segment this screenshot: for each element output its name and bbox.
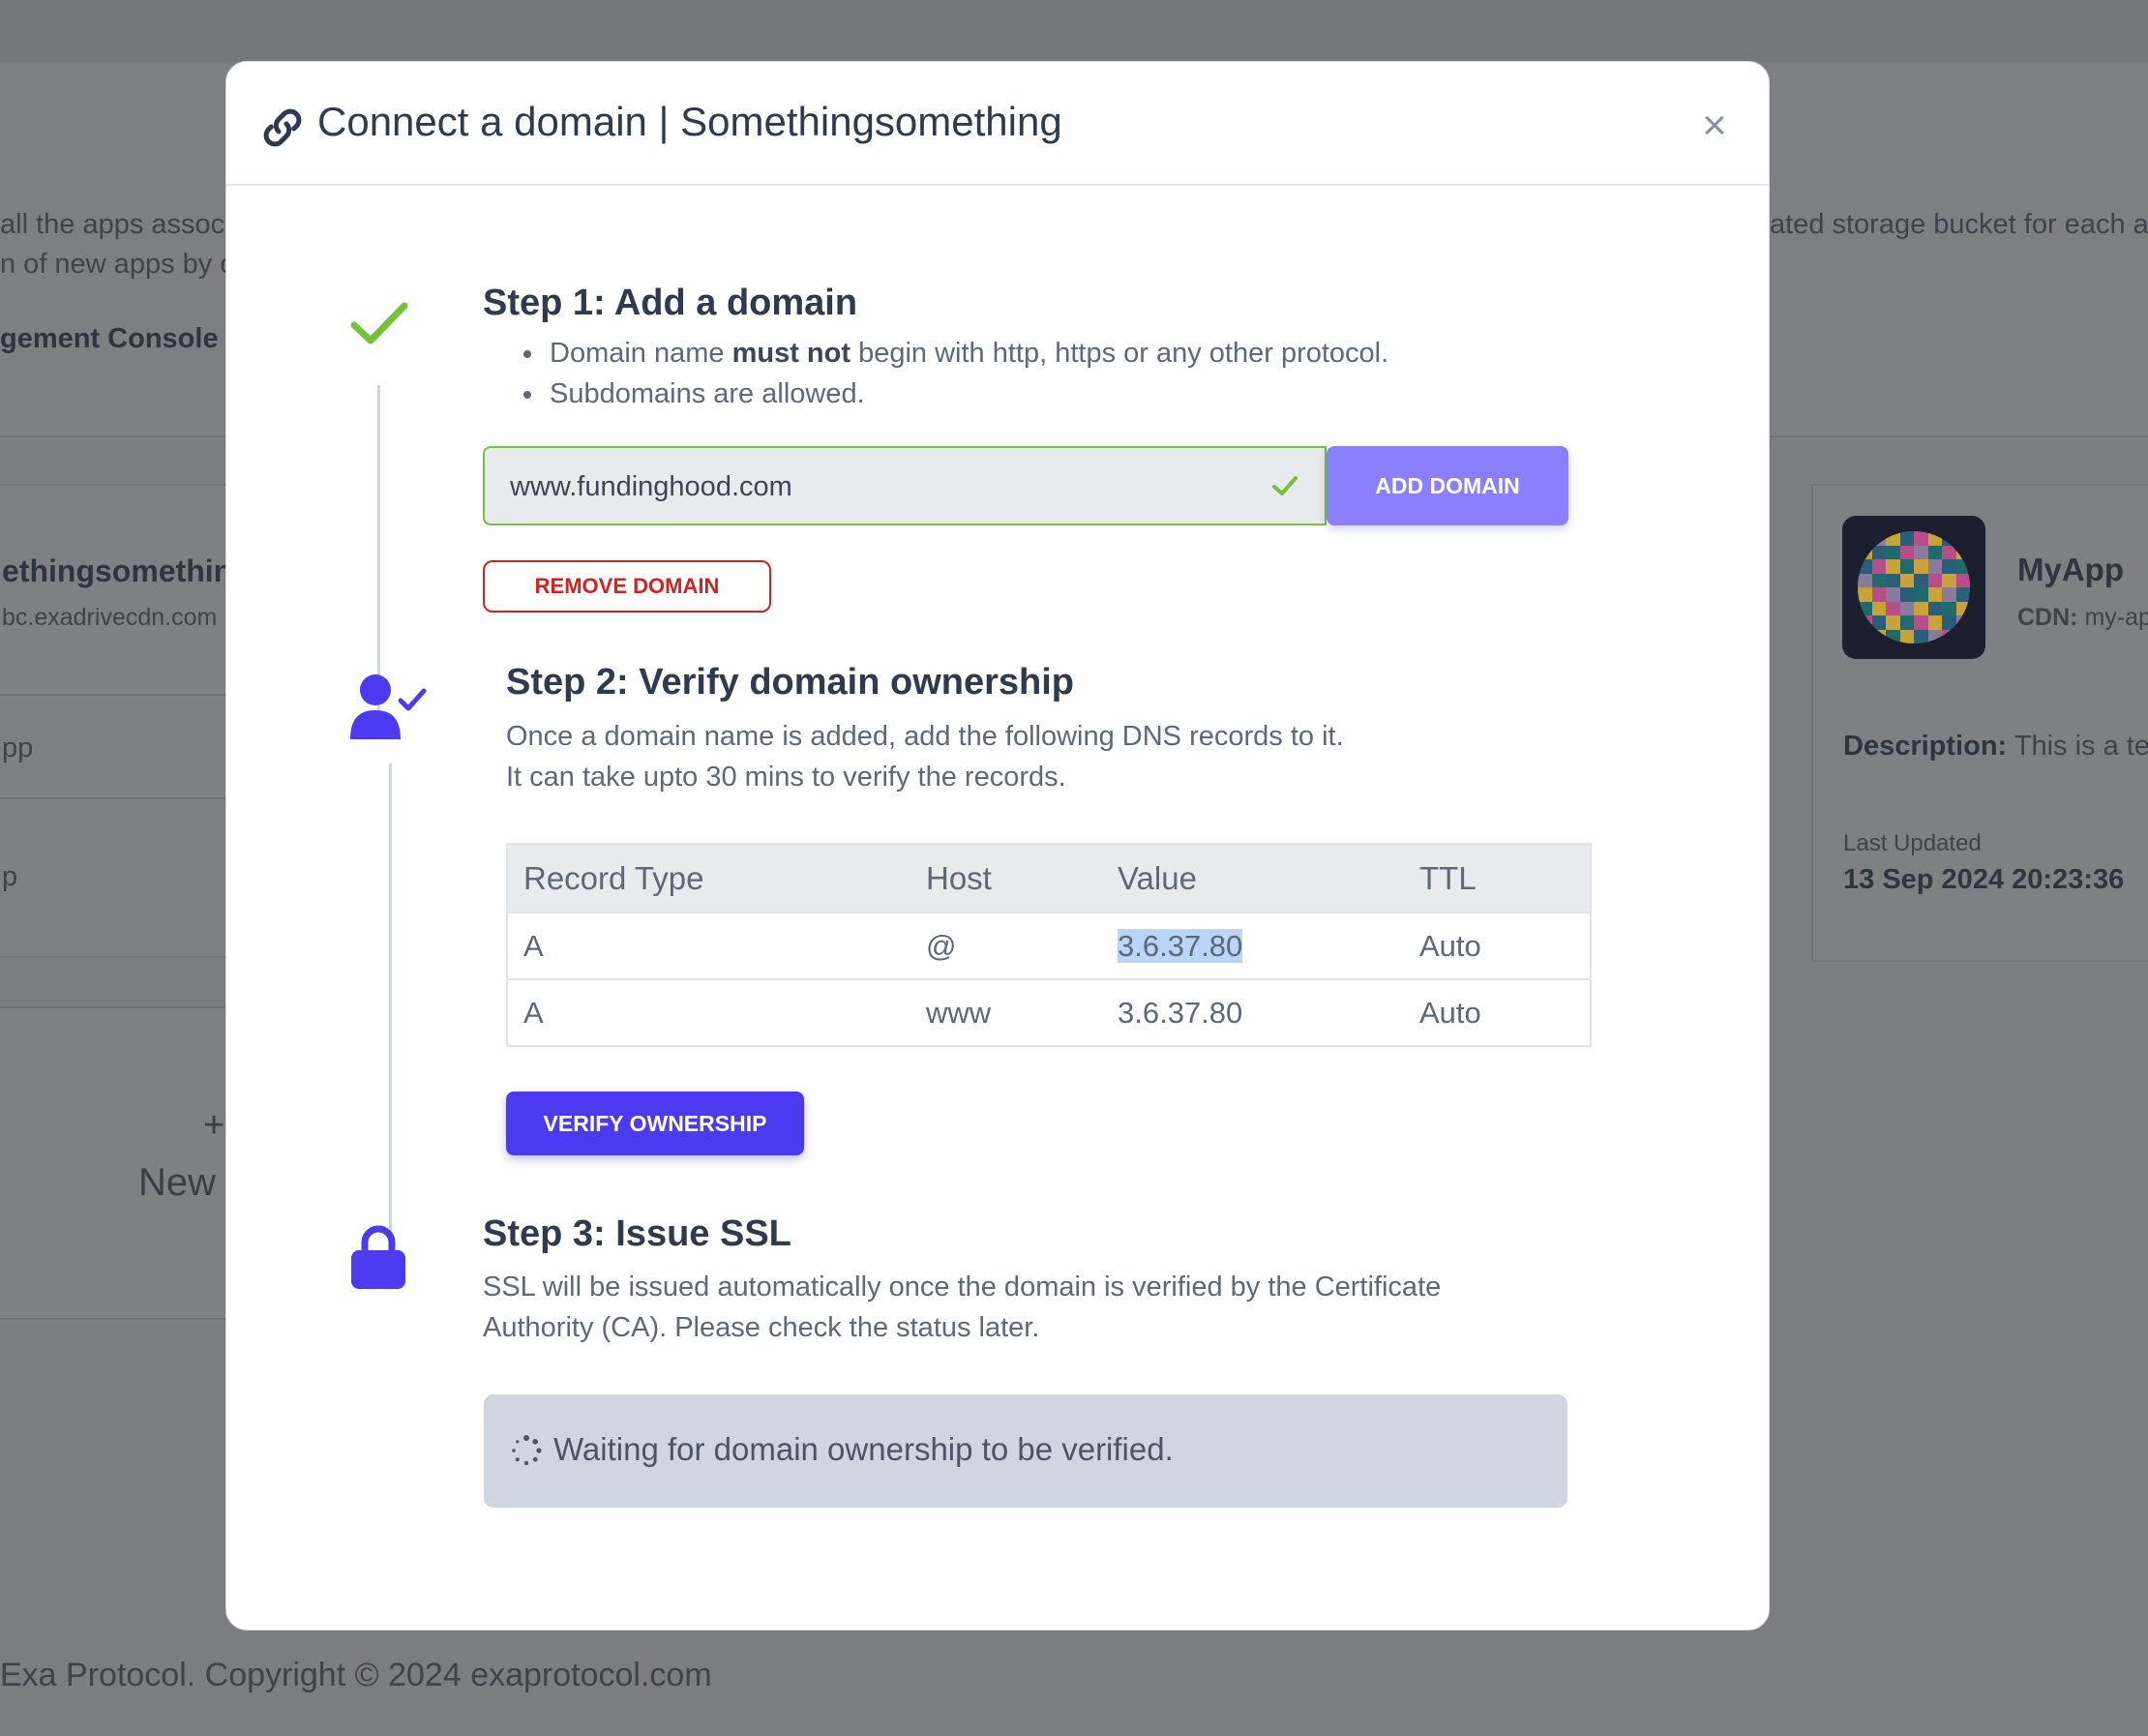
description-value: This is a te (2014, 731, 2148, 762)
app-card-description: Description: This is a te (1843, 731, 2148, 763)
background-intro-text: n of new apps by cl (0, 249, 241, 280)
column-header: Host (910, 844, 1102, 913)
table-cell: 3.6.37.80 (1102, 912, 1404, 979)
ssl-status-text: Waiting for domain ownership to be verif… (553, 1431, 1174, 1467)
plus-icon: + (203, 1105, 225, 1146)
step3-title: Step 3: Issue SSL (483, 1213, 791, 1254)
remove-domain-button[interactable]: REMOVE DOMAIN (483, 560, 771, 613)
divider (0, 797, 230, 799)
table-cell: A (507, 912, 910, 979)
list-item: Domain name must not begin with http, ht… (546, 333, 1388, 374)
valid-check-icon (1272, 476, 1298, 495)
domain-field (483, 446, 1327, 525)
step1-rules-list: Domain name must not begin with http, ht… (515, 333, 1388, 414)
domain-input[interactable] (508, 448, 1267, 525)
dns-records-table: Record Type Host Value TTL A @ 3.6.37.80… (506, 843, 1592, 1047)
user-check-icon (350, 674, 427, 739)
background-intro-text: all the apps assoc (0, 209, 225, 240)
app-card-cdn: bc.exadrivecdn.com (2, 604, 218, 631)
selected-value-text[interactable]: 3.6.37.80 (1118, 928, 1243, 963)
timeline-connector (377, 385, 380, 718)
check-icon (350, 302, 408, 344)
step3-description: Authority (CA). Please check the status … (483, 1312, 1040, 1343)
app-card-cdn: CDN: my-ap (2017, 604, 2148, 632)
link-icon (263, 108, 302, 147)
step2-description: Once a domain name is added, add the fol… (506, 721, 1344, 752)
app-card-row: pp (2, 733, 34, 763)
spinner-icon (512, 1435, 542, 1466)
app-card-name: ethingsomethin (2, 554, 233, 588)
new-app-label: New (138, 1161, 217, 1204)
cdn-label: CDN: (2017, 604, 2078, 631)
column-header: Record Type (507, 844, 910, 913)
table-cell: www (910, 978, 1102, 1046)
add-domain-button[interactable]: ADD DOMAIN (1327, 446, 1568, 525)
emphasis: must not (731, 338, 851, 369)
footer-copyright: Exa Protocol. Copyright © 2024 exaprotoc… (0, 1657, 712, 1693)
step1-title: Step 1: Add a domain (483, 283, 858, 323)
app-card-row: p (2, 861, 18, 892)
cdn-value: my-ap (2084, 604, 2148, 631)
app-card-name: MyApp (2017, 552, 2124, 587)
modal-header: Connect a domain | Somethingsomething × (226, 62, 1769, 186)
last-updated-value: 13 Sep 2024 20:23:36 (1843, 864, 2125, 895)
step2-title: Step 2: Verify domain ownership (506, 662, 1075, 703)
connect-domain-modal: Connect a domain | Somethingsomething × … (225, 61, 1770, 1631)
step2-description: It can take upto 30 mins to verify the r… (506, 762, 1066, 793)
lock-icon (351, 1225, 405, 1289)
table-cell: A (507, 978, 910, 1046)
modal-title: Connect a domain | Somethingsomething (317, 99, 1062, 144)
table-row: A @ 3.6.37.80 Auto (507, 912, 1591, 979)
background-topbar (0, 0, 2148, 64)
divider (0, 694, 230, 696)
description-label: Description: (1843, 731, 2008, 762)
close-icon[interactable]: × (1693, 105, 1736, 147)
app-avatar (1842, 516, 1985, 659)
background-intro-text: ated storage bucket for each a (1770, 209, 2148, 240)
table-header-row: Record Type Host Value TTL (507, 844, 1591, 913)
column-header: TTL (1404, 844, 1591, 913)
background-app-card[interactable]: ethingsomethin bc.exadrivecdn.com pp p (0, 484, 232, 958)
last-updated-label: Last Updated (1843, 830, 1982, 856)
list-item: Subdomains are allowed. (546, 374, 1388, 414)
table-cell: Auto (1404, 978, 1591, 1046)
table-cell: @ (910, 912, 1102, 979)
step3-description: SSL will be issued automatically once th… (483, 1272, 1442, 1302)
ssl-status-box: Waiting for domain ownership to be verif… (484, 1394, 1567, 1508)
background-new-app-card[interactable]: + New (0, 1006, 232, 1320)
verify-ownership-button[interactable]: VERIFY OWNERSHIP (506, 1092, 804, 1155)
column-header: Value (1102, 844, 1404, 913)
timeline-connector (389, 763, 392, 1267)
background-intro-text: gement Console is (0, 323, 250, 354)
table-row: A www 3.6.37.80 Auto (507, 978, 1591, 1046)
table-cell[interactable]: 3.6.37.80 (1102, 978, 1404, 1046)
table-cell: Auto (1404, 912, 1591, 979)
